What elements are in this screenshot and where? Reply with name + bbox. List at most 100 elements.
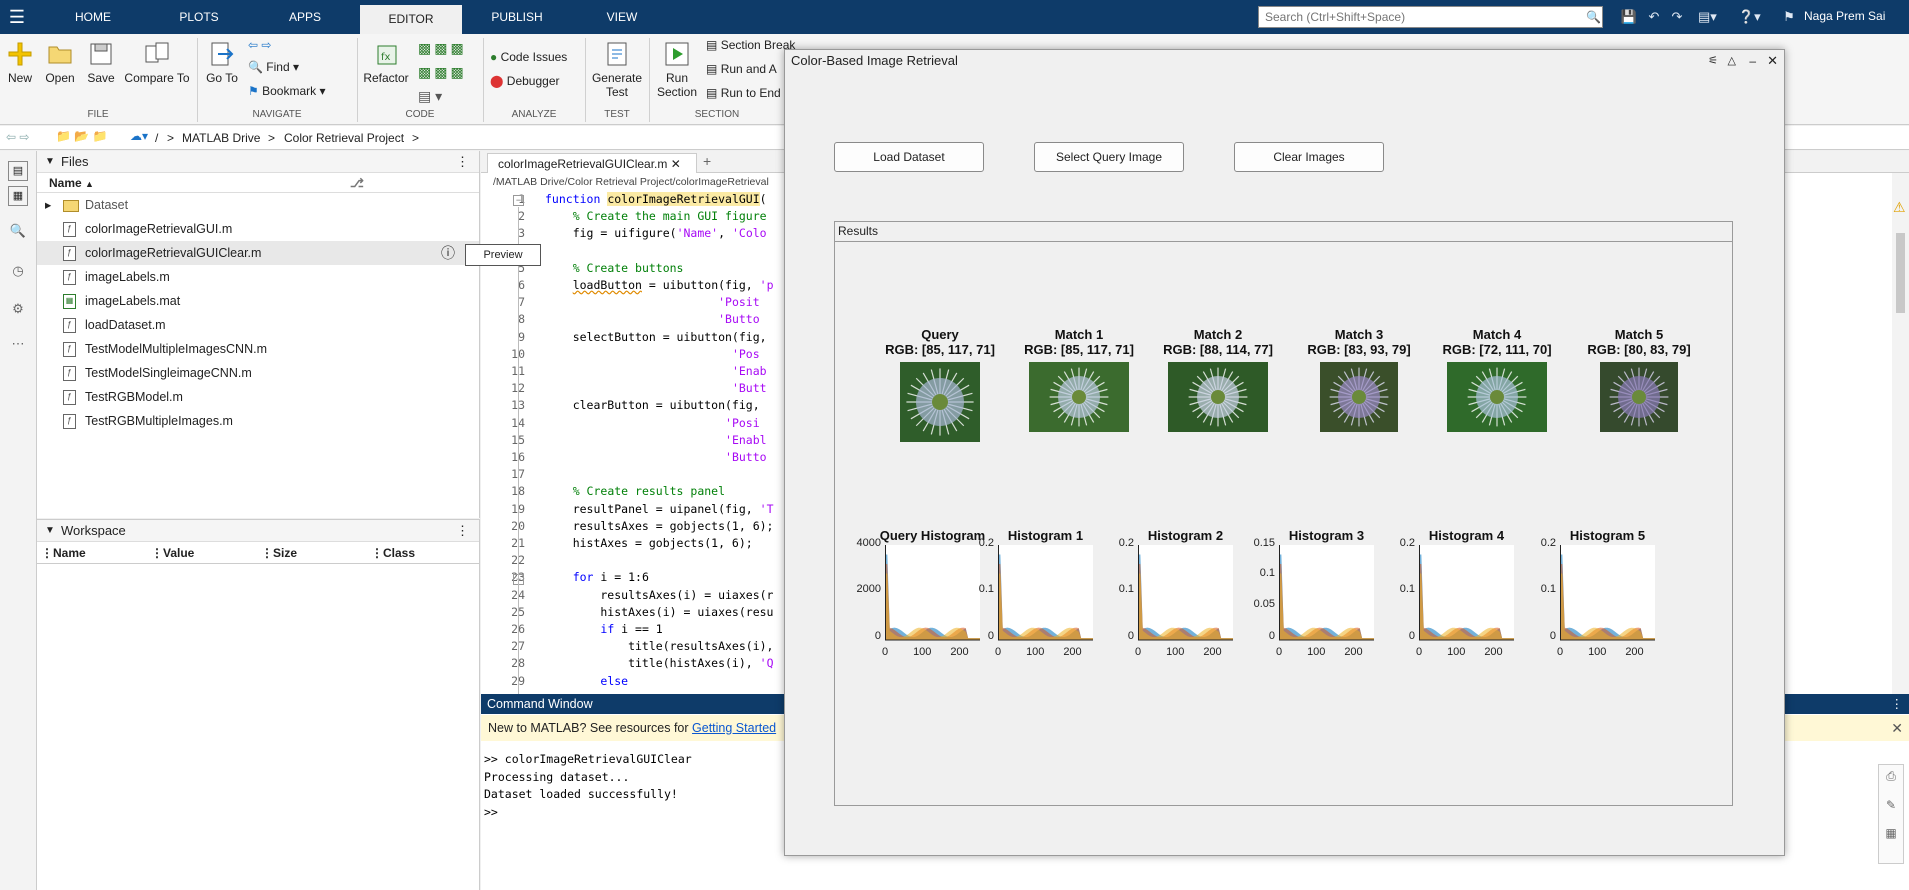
image-title: Match 1 RGB: [85, 117, 71] — [1024, 327, 1134, 357]
info-icon[interactable]: ⓘ — [441, 241, 455, 265]
histogram-plot — [998, 545, 1093, 641]
file-name: TestRGBMultipleImages.m — [85, 414, 233, 428]
command-output[interactable]: >> colorImageRetrievalGUIClear Processing… — [484, 751, 692, 821]
search-icon[interactable]: 🔍 — [1586, 10, 1601, 24]
expand-icon[interactable]: ▸ — [45, 193, 51, 217]
run-and-advance-button[interactable]: ▤ Run and A — [706, 62, 777, 76]
minimize-icon[interactable]: – — [1749, 50, 1756, 72]
files-column-header[interactable]: Name ▲ ⎇ — [37, 173, 479, 193]
x-tick-label: 200 — [1063, 646, 1082, 658]
file-item[interactable]: ƒ colorImageRetrievalGUI.m — [37, 217, 479, 241]
run-section-button[interactable]: Run Section — [654, 40, 700, 99]
search-input[interactable] — [1258, 6, 1603, 28]
layout-icon[interactable]: ▦ — [1879, 826, 1903, 840]
help-icon[interactable]: ❔▾ — [1738, 8, 1761, 26]
close-banner-icon[interactable]: ✕ — [1891, 715, 1903, 741]
find-files-icon[interactable]: 🔍 — [8, 223, 28, 243]
history-icon[interactable]: ◷ — [8, 263, 28, 283]
files-panel-icon[interactable]: ▤ — [8, 161, 28, 181]
panel-options-icon[interactable]: ⋮ — [456, 151, 469, 173]
file-item[interactable]: ƒ TestModelMultipleImagesCNN.m — [37, 337, 479, 361]
tab-apps[interactable]: APPS — [272, 0, 338, 34]
col-value[interactable]: ⋮Value — [151, 542, 194, 564]
notification-icon[interactable]: ⚑ — [1780, 8, 1798, 26]
breadcrumb-folder[interactable]: Color Retrieval Project — [284, 131, 404, 145]
folder-up-icon[interactable]: 📁 📂 📁 — [56, 129, 108, 143]
file-item[interactable]: ƒ loadDataset.m — [37, 313, 479, 337]
file-item[interactable]: ▸ Dataset — [37, 193, 479, 217]
file-item[interactable]: ▦ imageLabels.mat — [37, 289, 479, 313]
close-icon[interactable]: ✕ — [1767, 50, 1778, 72]
add-ons-icon[interactable]: ⚙ — [8, 301, 28, 321]
code-tools-icons[interactable]: ▩▩▩ — [418, 40, 467, 57]
tab-view[interactable]: VIEW — [586, 0, 658, 34]
y-tick-label: 0.1 — [978, 582, 994, 595]
file-item[interactable]: ƒ TestRGBModel.m — [37, 385, 479, 409]
indent-tools-icons[interactable]: ▩▩▩ — [418, 64, 467, 81]
save-all-icon[interactable]: 💾 — [1620, 8, 1638, 26]
panel-options-icon[interactable]: ⋮ — [456, 520, 469, 542]
grid-panel-icon[interactable]: ▦ — [8, 186, 28, 206]
new-tab-icon[interactable]: + — [703, 153, 711, 169]
tab-publish[interactable]: PUBLISH — [474, 0, 560, 34]
close-tab-icon[interactable]: ✕ — [671, 157, 681, 171]
col-size[interactable]: ⋮Size — [261, 542, 297, 564]
back-forward-icon[interactable]: ⇦ ⇨ — [248, 38, 271, 52]
fold-icon[interactable]: − — [513, 195, 524, 206]
editor-scrollbar[interactable] — [1892, 173, 1909, 694]
scroll-thumb[interactable] — [1896, 233, 1905, 313]
menu-icon[interactable]: ☰ — [6, 7, 28, 27]
histogram-title: Histogram 5 — [1569, 528, 1646, 543]
compare-button[interactable]: Compare To — [122, 40, 192, 85]
col-class[interactable]: ⋮Class — [371, 542, 415, 564]
code-issues-button[interactable]: ● Code Issues — [490, 50, 567, 64]
file-item[interactable]: ƒ colorImageRetrievalGUIClear.m ⓘ — [37, 241, 479, 265]
tab-plots[interactable]: PLOTS — [164, 0, 234, 34]
warning-icon[interactable]: ⚠ — [1893, 199, 1906, 216]
print-icon[interactable]: ⎙ — [1879, 769, 1903, 784]
y-tick-label: 2000 — [856, 582, 881, 595]
undo-icon[interactable]: ↶ — [1645, 8, 1663, 26]
file-item[interactable]: ƒ imageLabels.m — [37, 265, 479, 289]
histogram-plot — [1279, 545, 1374, 641]
panel-options-icon[interactable]: ⋮ — [1891, 694, 1904, 714]
edit-icon[interactable]: ✎ — [1879, 798, 1903, 812]
format-icon[interactable]: ▤ ▾ — [418, 88, 442, 105]
bookmark-button[interactable]: ⚑ Bookmark ▾ — [248, 84, 326, 98]
save-button[interactable]: Save — [83, 40, 119, 85]
maximize-icon[interactable]: △ — [1728, 50, 1736, 72]
find-button[interactable]: 🔍 Find ▾ — [248, 60, 299, 74]
clear-images-button[interactable]: Clear Images — [1234, 142, 1384, 172]
goto-button[interactable]: Go To — [203, 40, 241, 85]
run-to-end-button[interactable]: ▤ Run to End — [706, 86, 781, 100]
source-control-icon[interactable]: ⎇ — [350, 173, 364, 193]
more-icon[interactable]: ⋯ — [8, 336, 28, 356]
breadcrumb-root[interactable]: / — [155, 131, 158, 145]
col-name[interactable]: ⋮Name — [41, 542, 86, 564]
file-item[interactable]: ƒ TestModelSingleimageCNN.m — [37, 361, 479, 385]
generate-test-button[interactable]: Generate Test — [590, 40, 644, 99]
file-item[interactable]: ƒ TestRGBMultipleImages.m — [37, 409, 479, 433]
debugger-button[interactable]: ⬤ Debugger — [490, 74, 560, 88]
tab-editor[interactable]: EDITOR — [360, 5, 462, 34]
pin-icon[interactable]: ⚟ — [1708, 50, 1718, 72]
select-query-button[interactable]: Select Query Image — [1034, 142, 1184, 172]
editor-tab[interactable]: colorImageRetrievalGUIClear.m ✕ — [487, 153, 697, 173]
getting-started-link[interactable]: Getting Started — [692, 721, 776, 735]
tab-home[interactable]: HOME — [60, 0, 126, 34]
open-button[interactable]: Open — [42, 40, 78, 85]
redo-icon[interactable]: ↷ — [1668, 8, 1686, 26]
results-panel: Results Query RGB: [85, 117, 71] Match 1 RG… — [834, 221, 1733, 806]
folder-open-icon — [46, 40, 74, 68]
user-account[interactable]: Naga Prem Sai — [1804, 9, 1885, 23]
new-button[interactable]: New — [4, 40, 36, 85]
breadcrumb-drive[interactable]: MATLAB Drive — [182, 131, 260, 145]
load-dataset-button[interactable]: Load Dataset — [834, 142, 984, 172]
collapse-icon[interactable]: ▼ — [45, 151, 55, 173]
back-forward-nav-icon[interactable]: ⇦ ⇨ — [6, 130, 29, 144]
x-tick-label: 0 — [1275, 646, 1283, 658]
section-break-button[interactable]: ▤ Section Break — [706, 38, 795, 52]
refactor-button[interactable]: fx Refactor — [362, 40, 410, 85]
window-layout-icon[interactable]: ▤▾ — [1698, 8, 1717, 26]
collapse-icon[interactable]: ▼ — [45, 520, 55, 542]
